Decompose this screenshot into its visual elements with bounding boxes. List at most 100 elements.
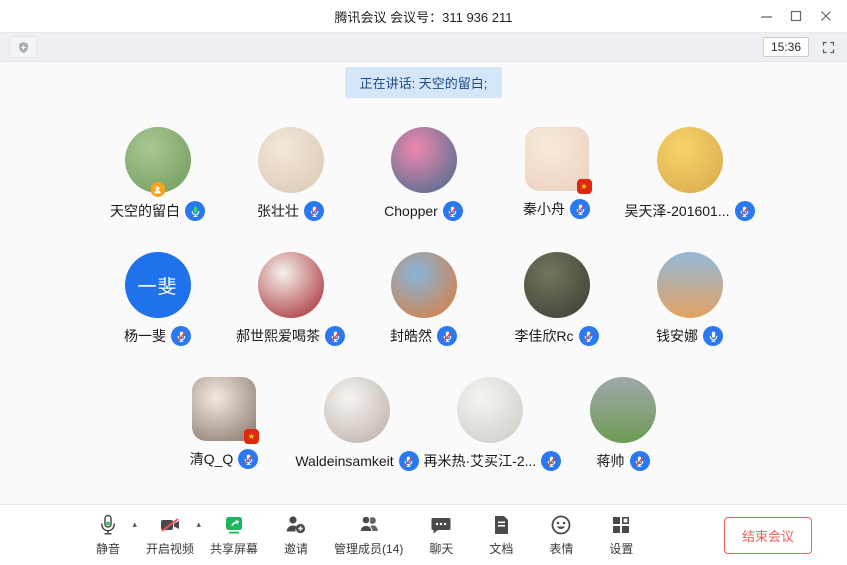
participant-tile[interactable]: Chopper bbox=[357, 127, 490, 221]
mic-muted-icon[interactable] bbox=[735, 201, 755, 221]
participant-avatar bbox=[524, 252, 590, 318]
toolbar-item-label: 邀请 bbox=[284, 540, 308, 557]
members-icon bbox=[357, 513, 381, 537]
window-controls bbox=[751, 0, 841, 32]
toolbar-items: ▴静音▴开启视频共享屏幕邀请管理成员(14)聊天文档表情设置 bbox=[78, 513, 651, 557]
toolbar-item-label: 表情 bbox=[549, 540, 573, 557]
chevron-up-icon[interactable]: ▴ bbox=[196, 520, 201, 529]
statusbar: 15:36 bbox=[0, 32, 847, 62]
toolbar-invite[interactable]: 邀请 bbox=[274, 513, 318, 557]
participant-tile[interactable]: 天空的留白 bbox=[91, 127, 224, 221]
mic-muted-icon[interactable] bbox=[579, 326, 599, 346]
main-area: 正在讲话: 天空的留白; 天空的留白 张壮壮 Chopper ★秦小舟吴天泽-2016… bbox=[0, 62, 847, 504]
microphone-icon bbox=[96, 513, 120, 537]
security-shield-icon[interactable] bbox=[9, 36, 37, 58]
participant-tile[interactable]: 吴天泽-201601... bbox=[623, 127, 756, 221]
speaking-banner-text: 正在讲话: 天空的留白; bbox=[360, 76, 488, 91]
mic-muted-icon[interactable] bbox=[570, 199, 590, 219]
participant-name: Waldeinsamkeit bbox=[295, 453, 393, 469]
window-title: 腾讯会议 会议号：311 936 211 bbox=[335, 7, 513, 26]
participant-tile[interactable]: Waldeinsamkeit bbox=[291, 377, 424, 471]
close-icon[interactable] bbox=[811, 0, 841, 32]
titlebar: 腾讯会议 会议号：311 936 211 bbox=[0, 0, 847, 32]
participant-avatar bbox=[125, 127, 191, 193]
participant-row: ★清Q_QWaldeinsamkeit 再米热·艾买江-2... 蒋帅 bbox=[91, 377, 756, 471]
end-meeting-button[interactable]: 结束会议 bbox=[724, 517, 812, 554]
mic-muted-icon[interactable] bbox=[325, 326, 345, 346]
fullscreen-icon[interactable] bbox=[818, 37, 838, 57]
mic-muted-icon[interactable] bbox=[443, 201, 463, 221]
share-screen-icon bbox=[222, 513, 246, 537]
participant-name: 钱安娜 bbox=[656, 326, 698, 346]
participant-tile[interactable]: ★清Q_Q bbox=[158, 377, 291, 471]
participant-name: 天空的留白 bbox=[110, 201, 180, 221]
participant-name: 蒋帅 bbox=[597, 451, 625, 471]
toolbar-chat[interactable]: 聊天 bbox=[419, 513, 463, 557]
participant-name: 杨一斐 bbox=[124, 326, 166, 346]
maximize-icon[interactable] bbox=[781, 0, 811, 32]
participant-tile[interactable]: 李佳欣Rc bbox=[490, 252, 623, 346]
participant-row: 天空的留白 张壮壮 Chopper ★秦小舟吴天泽-201601... bbox=[91, 127, 756, 221]
flag-badge-icon: ★ bbox=[244, 429, 259, 444]
meeting-window: 腾讯会议 会议号：311 936 211 15:36 正在讲话: 天空的留白; … bbox=[0, 0, 847, 565]
participant-avatar bbox=[258, 252, 324, 318]
settings-icon bbox=[609, 513, 633, 537]
toolbar-item-label: 管理成员(14) bbox=[334, 540, 403, 557]
participant-avatar: ★ bbox=[525, 127, 589, 191]
toolbar-item-label: 静音 bbox=[96, 540, 120, 557]
toolbar-settings[interactable]: 设置 bbox=[599, 513, 643, 557]
participant-tile[interactable]: 郝世熙爱喝茶 bbox=[224, 252, 357, 346]
chevron-up-icon[interactable]: ▴ bbox=[132, 520, 137, 529]
flag-badge-icon: ★ bbox=[577, 179, 592, 194]
participant-name: 张壮壮 bbox=[257, 201, 299, 221]
toolbar-camera-off[interactable]: ▴开启视频 bbox=[146, 513, 194, 557]
participants-grid: 天空的留白张壮壮Chopper★秦小舟吴天泽-201601...一斐杨一斐郝世熙… bbox=[91, 127, 756, 502]
participant-avatar bbox=[391, 252, 457, 318]
statusbar-right: 15:36 bbox=[763, 37, 838, 57]
participant-name: 再米热·艾买江-2... bbox=[424, 451, 537, 471]
participant-name: 郝世熙爱喝茶 bbox=[236, 326, 320, 346]
participant-avatar bbox=[391, 127, 457, 193]
toolbar-share-screen[interactable]: 共享屏幕 bbox=[210, 513, 258, 557]
avatar-initials: 一斐 bbox=[137, 272, 177, 299]
mic-muted-icon[interactable] bbox=[399, 451, 419, 471]
participant-avatar: 一斐 bbox=[125, 252, 191, 318]
participant-avatar bbox=[258, 127, 324, 193]
participant-avatar bbox=[657, 127, 723, 193]
participant-tile[interactable]: 钱安娜 bbox=[623, 252, 756, 346]
toolbar-document[interactable]: 文档 bbox=[479, 513, 523, 557]
toolbar-members[interactable]: 管理成员(14) bbox=[334, 513, 403, 557]
participant-tile[interactable]: 张壮壮 bbox=[224, 127, 357, 221]
emoji-icon bbox=[549, 513, 573, 537]
participant-tile[interactable]: 封皓然 bbox=[357, 252, 490, 346]
participant-tile[interactable]: 蒋帅 bbox=[557, 377, 690, 471]
camera-off-icon bbox=[158, 513, 182, 537]
participant-name: Chopper bbox=[384, 203, 438, 219]
toolbar-item-label: 聊天 bbox=[429, 540, 453, 557]
participant-tile[interactable]: 再米热·艾买江-2... bbox=[424, 377, 557, 471]
document-icon bbox=[489, 513, 513, 537]
meeting-timer: 15:36 bbox=[763, 37, 809, 57]
mic-muted-icon[interactable] bbox=[171, 326, 191, 346]
toolbar-item-label: 共享屏幕 bbox=[210, 540, 258, 557]
participant-tile[interactable]: 一斐杨一斐 bbox=[91, 252, 224, 346]
participant-name: 吴天泽-201601... bbox=[624, 201, 729, 221]
mic-muted-icon[interactable] bbox=[238, 449, 258, 469]
mic-on-icon[interactable] bbox=[703, 326, 723, 346]
mic-muted-icon[interactable] bbox=[630, 451, 650, 471]
minimize-icon[interactable] bbox=[751, 0, 781, 32]
toolbar-emoji[interactable]: 表情 bbox=[539, 513, 583, 557]
toolbar-microphone[interactable]: ▴静音 bbox=[86, 513, 130, 557]
toolbar-item-label: 设置 bbox=[609, 540, 633, 557]
participant-avatar bbox=[657, 252, 723, 318]
mic-on-icon[interactable] bbox=[185, 201, 205, 221]
participant-tile[interactable]: ★秦小舟 bbox=[490, 127, 623, 221]
speaking-banner: 正在讲话: 天空的留白; bbox=[345, 67, 503, 98]
chat-icon bbox=[429, 513, 453, 537]
toolbar-item-label: 开启视频 bbox=[146, 540, 194, 557]
bottom-toolbar: ▴静音▴开启视频共享屏幕邀请管理成员(14)聊天文档表情设置 结束会议 bbox=[0, 504, 847, 565]
mic-muted-icon[interactable] bbox=[437, 326, 457, 346]
participant-avatar bbox=[590, 377, 656, 443]
mic-muted-icon[interactable] bbox=[304, 201, 324, 221]
host-badge-icon bbox=[150, 182, 165, 197]
